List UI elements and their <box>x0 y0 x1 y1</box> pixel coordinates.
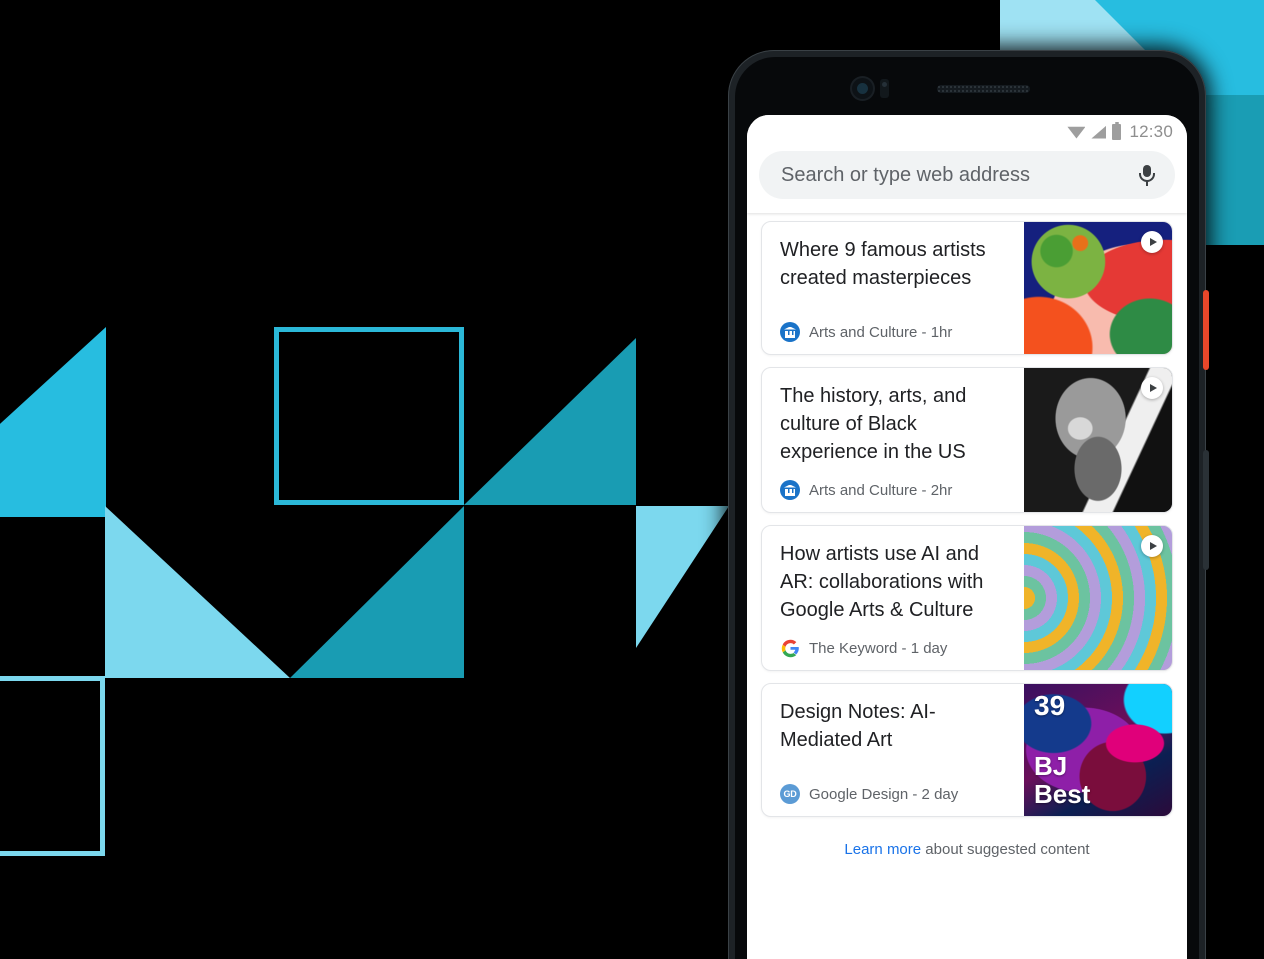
volume-button[interactable] <box>1203 450 1209 570</box>
proximity-sensor-icon <box>880 79 889 98</box>
play-icon[interactable] <box>1141 231 1163 253</box>
front-camera-lens-icon <box>857 83 868 94</box>
learn-more-rest: about suggested content <box>921 841 1090 858</box>
feed-card-source: The Keyword - 1 day <box>809 639 948 657</box>
google-icon <box>780 638 800 658</box>
feed-card-source: Google Design - 2 day <box>809 785 959 803</box>
earpiece-speaker-icon <box>937 85 1030 93</box>
decor-light-cyan-triangle <box>105 506 290 678</box>
signal-icon <box>1091 125 1107 139</box>
feed-card-title: Design Notes: AI-Mediated Art <box>780 701 936 751</box>
feed-card-body: Where 9 famous artists created masterpie… <box>762 222 1024 354</box>
learn-more-link[interactable]: Learn more <box>844 841 921 858</box>
feed-card-meta: The Keyword - 1 day <box>780 638 1012 658</box>
thumbnail-label: BJ <box>1034 751 1068 781</box>
feed-card-title: How artists use AI and AR: collaboration… <box>780 543 984 621</box>
feed-card[interactable]: The history, arts, and culture of Black … <box>761 367 1173 513</box>
feed-card-meta: GD Google Design - 2 day <box>780 784 1012 804</box>
thumbnail-label: 39 <box>1034 690 1066 721</box>
battery-icon <box>1112 121 1122 140</box>
microphone-icon[interactable] <box>1135 163 1159 187</box>
decor-outlined-cyan-square <box>274 327 464 505</box>
page-root: 12:30 Search or type web address Where 9… <box>0 0 1264 959</box>
feed-card-body: Design Notes: AI-Mediated Art GD Google … <box>762 684 1024 816</box>
feed-card[interactable]: Design Notes: AI-Mediated Art GD Google … <box>761 683 1173 817</box>
feed-card-source: Arts and Culture - 1hr <box>809 323 953 341</box>
feed-card-body: How artists use AI and AR: collaboration… <box>762 526 1024 670</box>
thumbnail-label: Best <box>1034 779 1091 809</box>
feed-card-thumbnail[interactable] <box>1024 368 1172 512</box>
play-icon[interactable] <box>1141 535 1163 557</box>
phone-screen: 12:30 Search or type web address Where 9… <box>747 115 1187 959</box>
feed-card-title: Where 9 famous artists created masterpie… <box>780 239 986 289</box>
decor-teal-triangle-lower <box>290 506 464 678</box>
decor-teal-triangle-upper <box>464 338 636 505</box>
phone-bezel: 12:30 Search or type web address Where 9… <box>735 57 1199 959</box>
play-icon[interactable] <box>1141 377 1163 399</box>
feed-card-thumbnail[interactable]: 39 BJ Best <box>1024 684 1172 816</box>
browser-top-bar: 12:30 Search or type web address <box>747 115 1187 213</box>
search-placeholder: Search or type web address <box>781 163 1031 186</box>
feed-card-body: The history, arts, and culture of Black … <box>762 368 1024 512</box>
status-bar-clock: 12:30 <box>1129 122 1173 141</box>
feed-card[interactable]: How artists use AI and AR: collaboration… <box>761 525 1173 671</box>
power-button[interactable] <box>1203 290 1209 370</box>
feed-card-source: Arts and Culture - 2hr <box>809 481 953 499</box>
status-bar: 12:30 <box>747 115 1187 149</box>
arts-and-culture-icon <box>780 322 800 342</box>
decor-bottom-left-outlined-rectangle <box>0 676 105 856</box>
wifi-icon <box>1067 126 1086 139</box>
suggested-content-footer: Learn more about suggested content <box>747 829 1187 858</box>
feed-card[interactable]: Where 9 famous artists created masterpie… <box>761 221 1173 355</box>
google-design-icon: GD <box>780 784 800 804</box>
feed-card-meta: Arts and Culture - 1hr <box>780 322 1012 342</box>
feed-card-thumbnail[interactable] <box>1024 222 1172 354</box>
search-input[interactable]: Search or type web address <box>759 151 1175 199</box>
phone-device: 12:30 Search or type web address Where 9… <box>728 50 1209 959</box>
arts-and-culture-icon <box>780 480 800 500</box>
feed-card-thumbnail[interactable] <box>1024 526 1172 670</box>
decor-right-light-wedge <box>636 506 729 648</box>
decor-left-cyan-triangle <box>0 327 106 517</box>
feed-card-title: The history, arts, and culture of Black … <box>780 385 967 463</box>
suggested-content-feed: Where 9 famous artists created masterpie… <box>747 213 1187 959</box>
feed-card-meta: Arts and Culture - 2hr <box>780 480 1012 500</box>
